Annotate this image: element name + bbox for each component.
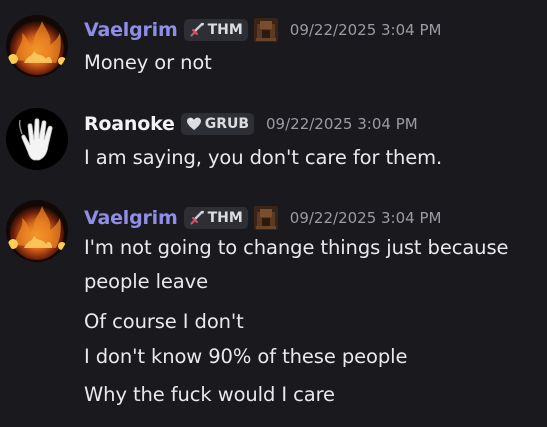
clan-tag[interactable]: GRUB — [180, 113, 255, 135]
user-avatar[interactable] — [6, 108, 68, 170]
message-text: I don't know 90% of these people — [84, 345, 408, 368]
clan-tag-label: THM — [207, 210, 243, 226]
message-text: I'm not going to change things just beca… — [84, 236, 509, 259]
message-timestamp: 09/22/2025 3:04 PM — [266, 115, 418, 133]
message-timestamp: 09/22/2025 3:04 PM — [289, 21, 442, 39]
username[interactable]: Vaelgrim — [84, 19, 178, 41]
message-header: Roanoke GRUB 09/22/2025 3:04 PM — [84, 113, 418, 135]
clan-tag-label: GRUB — [204, 116, 250, 132]
username[interactable]: Vaelgrim — [84, 207, 178, 229]
role-emblem-icon — [253, 18, 278, 42]
clan-tag[interactable]: THM — [183, 207, 248, 229]
message-text: people leave — [84, 270, 208, 293]
message-text: Money or not — [84, 51, 212, 74]
message-text: Of course I don't — [84, 310, 244, 333]
role-emblem-icon — [253, 206, 278, 230]
user-avatar[interactable] — [6, 15, 68, 77]
user-avatar[interactable] — [6, 200, 68, 262]
message-header: Vaelgrim THM 09/22/2025 3:04 PM — [84, 18, 441, 42]
heart-icon — [186, 116, 202, 132]
message-text: Why the fuck would I care — [84, 383, 335, 406]
clan-tag-label: THM — [207, 22, 243, 38]
sword-icon — [189, 22, 205, 38]
message-text: I am saying, you don't care for them. — [84, 146, 443, 169]
message-timestamp: 09/22/2025 3:04 PM — [289, 209, 442, 227]
username[interactable]: Roanoke — [84, 113, 175, 135]
sword-icon — [189, 210, 205, 226]
message-header: Vaelgrim THM 09/22/2025 3:04 PM — [84, 206, 441, 230]
clan-tag[interactable]: THM — [183, 19, 248, 41]
